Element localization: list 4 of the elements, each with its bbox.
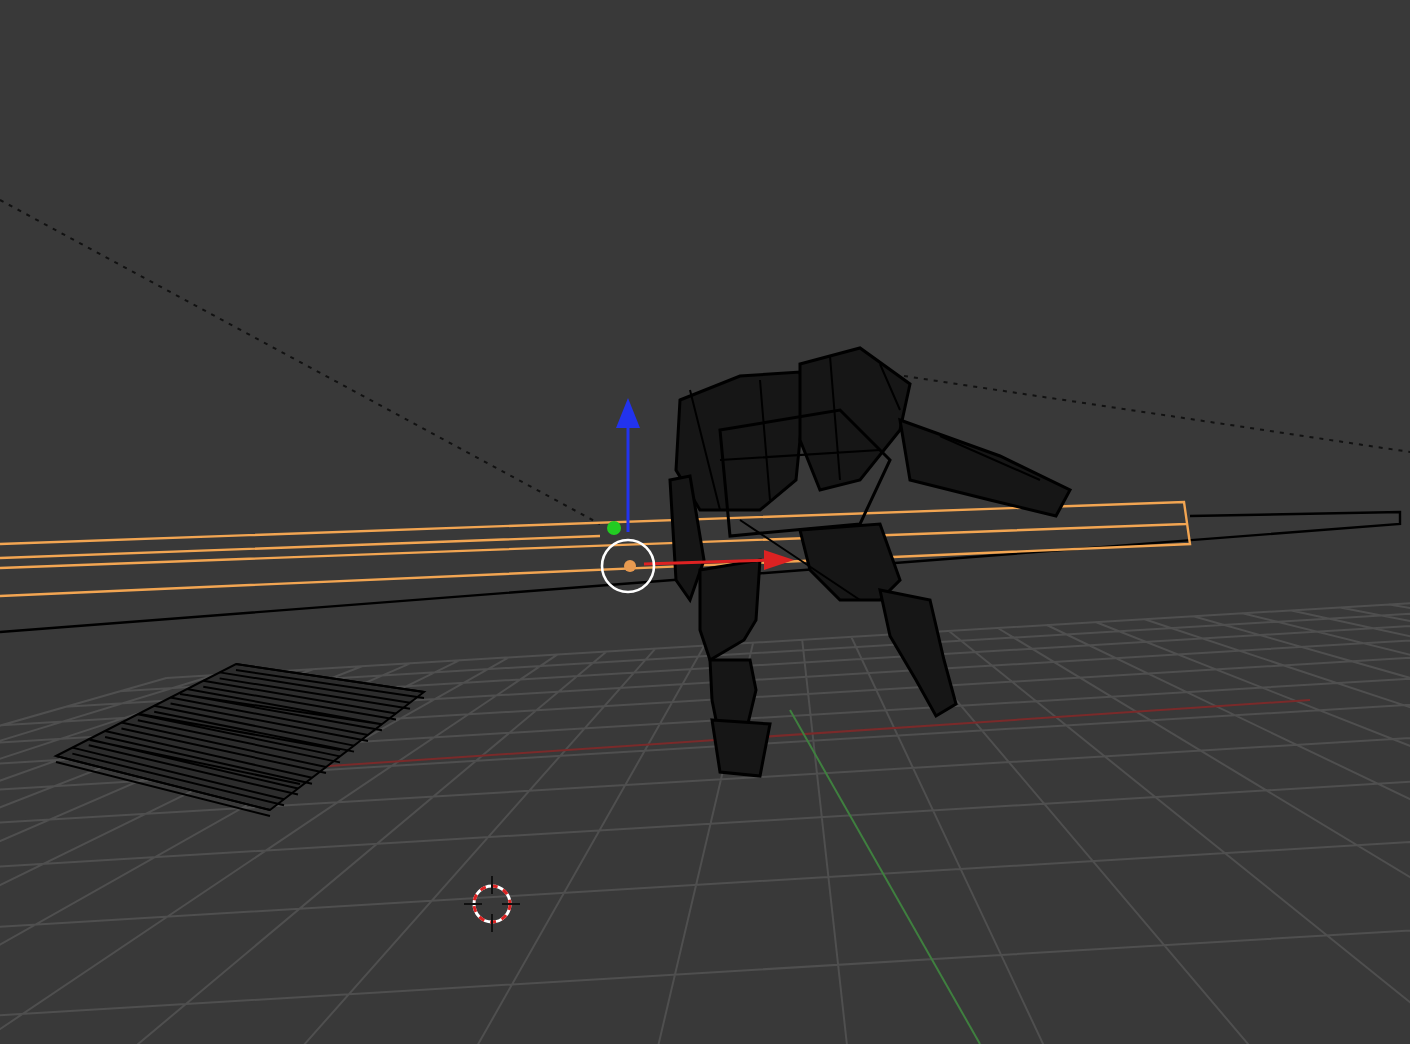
beam-wireframe[interactable] [0,500,1402,634]
pallet-wireframe-drawing[interactable] [53,662,427,817]
transform-gizmo[interactable] [600,398,794,594]
3d-cursor-icon[interactable] [463,875,521,933]
